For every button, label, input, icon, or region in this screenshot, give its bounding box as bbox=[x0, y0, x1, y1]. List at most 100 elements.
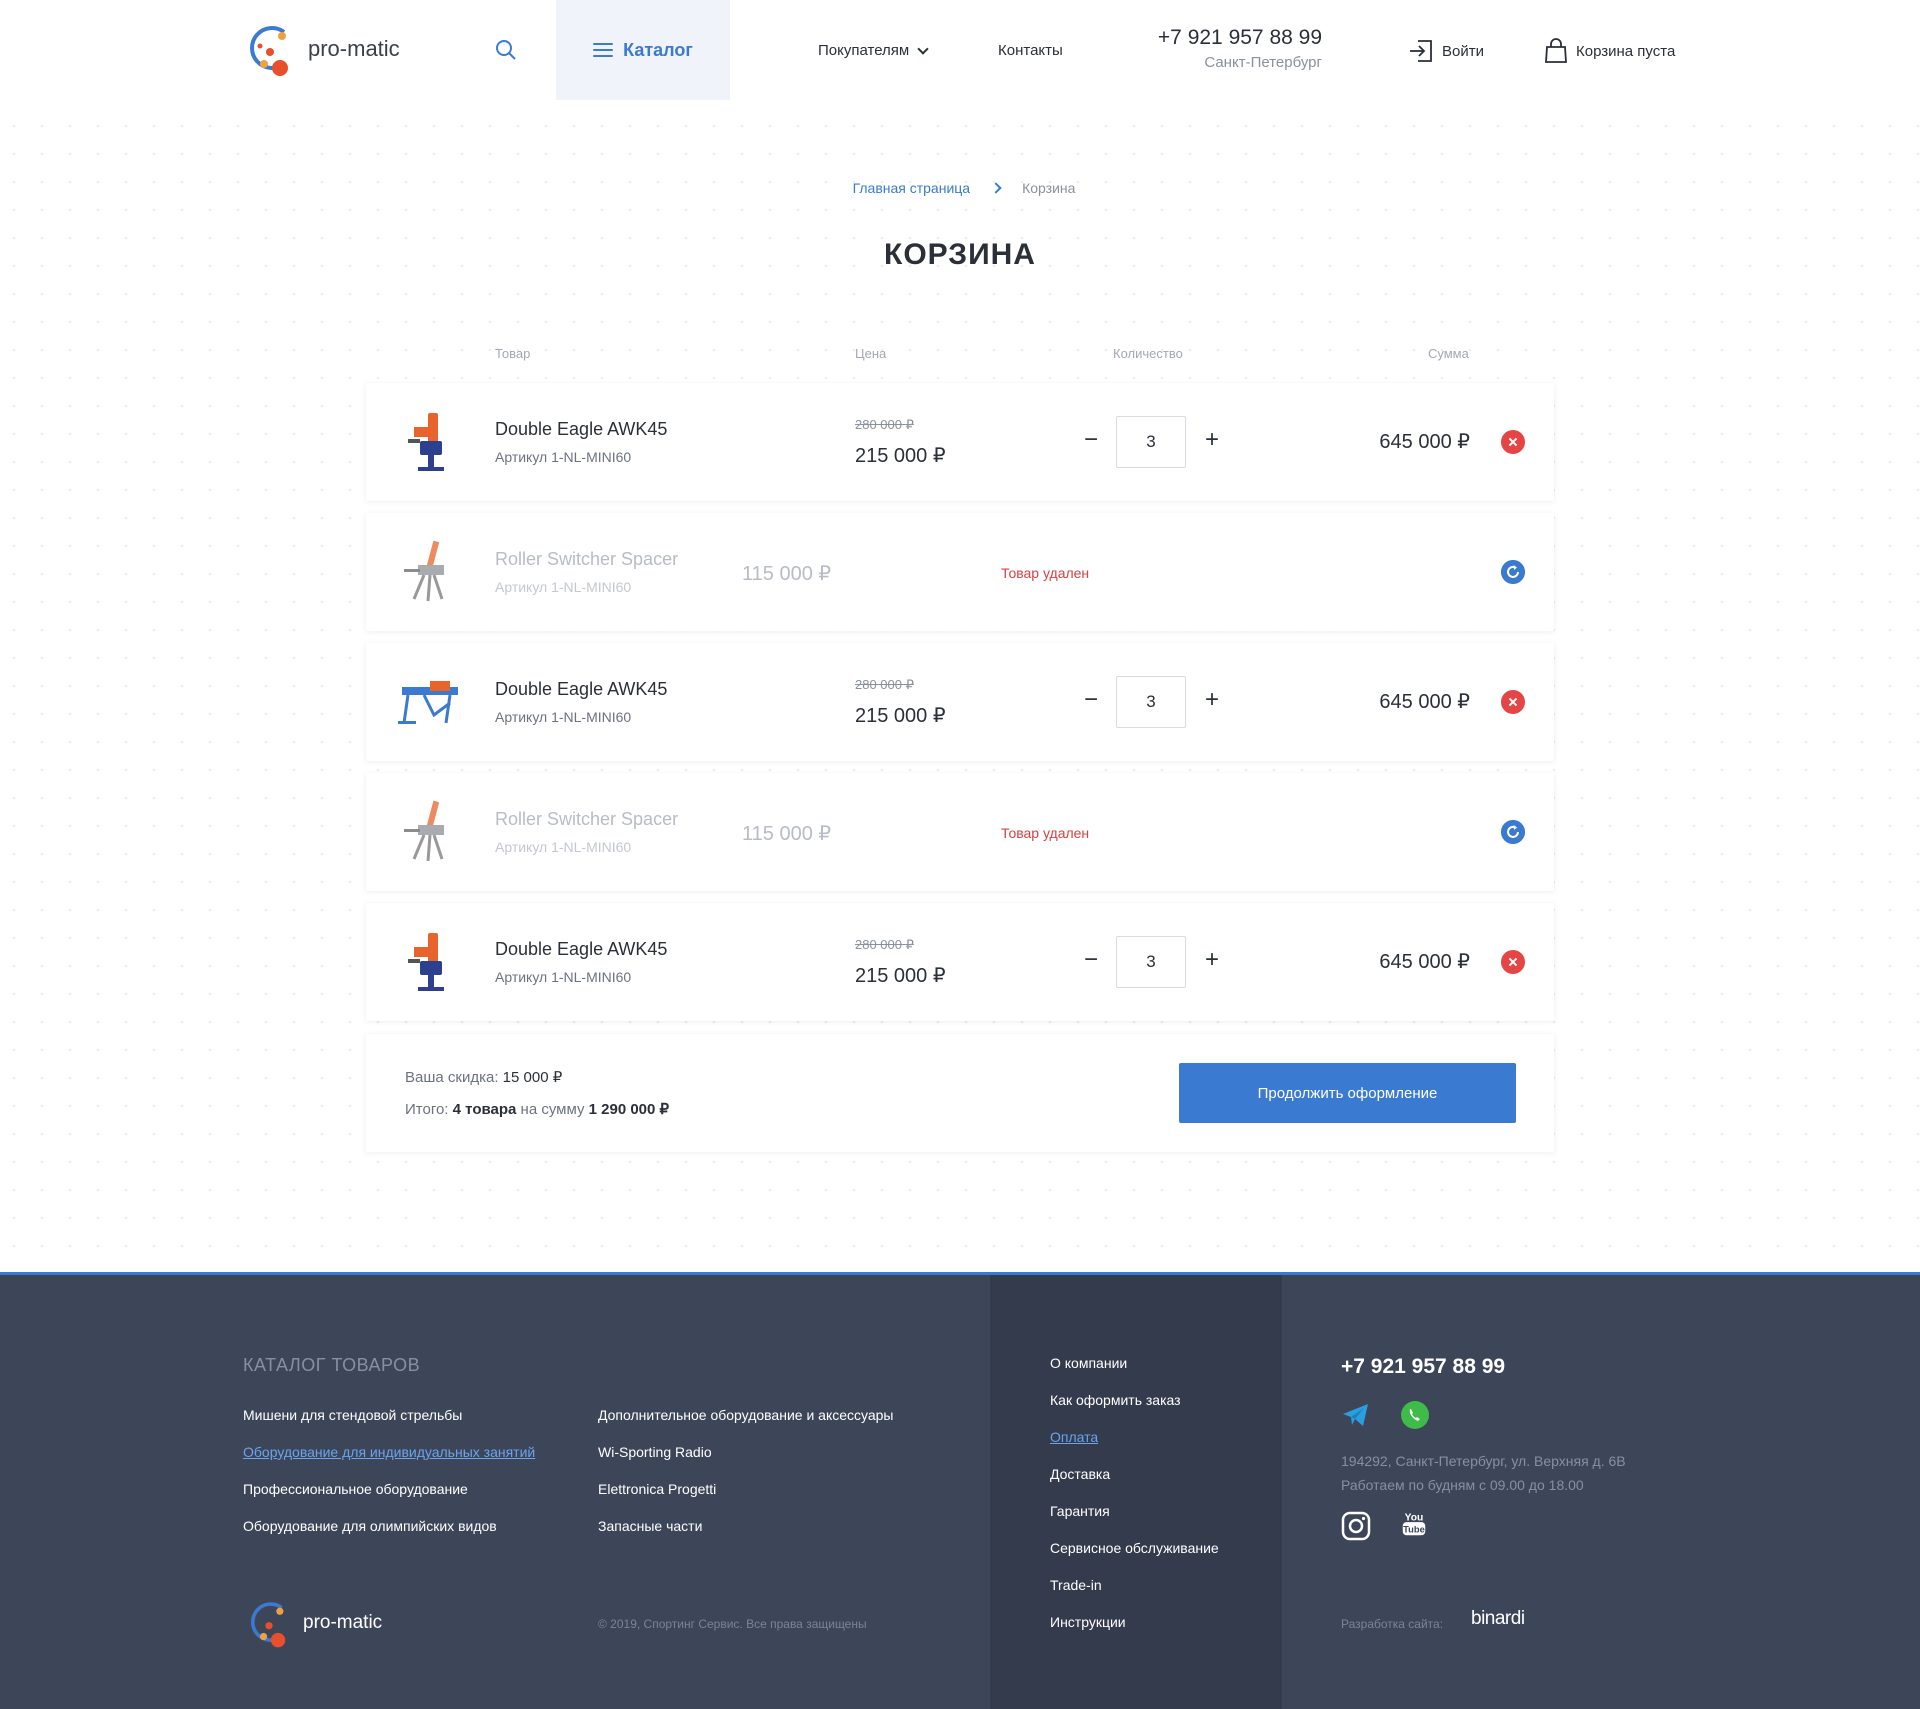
qty-input[interactable] bbox=[1116, 936, 1186, 988]
footer-info-link[interactable]: Сервисное обслуживание bbox=[1050, 1540, 1219, 1556]
product-image bbox=[404, 800, 444, 862]
footer-catalog-link[interactable]: Дополнительное оборудование и аксессуары bbox=[598, 1407, 893, 1423]
discount-value: 15 000 ₽ bbox=[502, 1069, 563, 1086]
logo[interactable]: pro-matic bbox=[242, 18, 400, 80]
remove-item-button[interactable] bbox=[1501, 430, 1525, 454]
qty-input[interactable] bbox=[1116, 416, 1186, 468]
footer-info-link[interactable]: Гарантия bbox=[1050, 1503, 1110, 1519]
breadcrumb-current: Корзина bbox=[1022, 180, 1076, 196]
cart-item: Double Eagle AWK45 Артикул 1-NL-MINI60 2… bbox=[366, 643, 1554, 761]
product-image bbox=[408, 933, 444, 991]
footer-catalog-link[interactable]: Мишени для стендовой стрельбы bbox=[243, 1407, 462, 1423]
qty-input[interactable] bbox=[1116, 676, 1186, 728]
catalog-label: Каталог bbox=[623, 39, 693, 60]
footer-address: 194292, Санкт-Петербург, ул. Верхняя д. … bbox=[1341, 1449, 1626, 1497]
restore-icon[interactable] bbox=[1501, 560, 1525, 584]
login-icon bbox=[1410, 40, 1432, 62]
footer-catalog-link[interactable]: Оборудование для олимпийских видов bbox=[243, 1518, 497, 1534]
youtube-text-bottom: Tube bbox=[1403, 1524, 1425, 1534]
col-head-product: Товар bbox=[495, 346, 531, 361]
product-image bbox=[398, 681, 458, 724]
logo-icon bbox=[251, 1602, 286, 1648]
footer-info-link[interactable]: Trade-in bbox=[1050, 1577, 1102, 1593]
footer-phone[interactable]: +7 921 957 88 99 bbox=[1341, 1355, 1505, 1379]
footer-info-panel bbox=[990, 1275, 1282, 1709]
qty-increase-button[interactable]: + bbox=[1202, 428, 1222, 452]
breadcrumb-home[interactable]: Главная страница bbox=[853, 180, 971, 196]
header-phone[interactable]: +7 921 957 88 99 bbox=[1150, 26, 1322, 50]
col-head-sum: Сумма bbox=[1428, 346, 1469, 361]
footer-catalog-link[interactable]: Запасные части bbox=[598, 1518, 702, 1534]
nav-buyers[interactable]: Покупателям bbox=[818, 42, 929, 59]
footer-catalog-heading: КАТАЛОГ ТОВАРОВ bbox=[243, 1355, 421, 1375]
footer-logo-text: pro-matic bbox=[303, 1612, 383, 1633]
login-label: Войти bbox=[1442, 42, 1484, 60]
footer-logo[interactable]: pro-matic bbox=[243, 1595, 382, 1651]
order-summary: Ваша скидка: 15 000 ₽ Итого: 4 товара на… bbox=[366, 1034, 1554, 1152]
product-sku: Артикул 1-NL-MINI60 bbox=[495, 839, 632, 855]
total-line: Итого: 4 товара на сумму 1 290 000 ₽ bbox=[405, 1100, 669, 1118]
qty-increase-button[interactable]: + bbox=[1202, 948, 1222, 972]
nav-contacts-label: Контакты bbox=[998, 42, 1063, 59]
header-city: Санкт-Петербург bbox=[1204, 54, 1322, 71]
product-name[interactable]: Double Eagle AWK45 bbox=[495, 679, 667, 700]
product-image bbox=[408, 413, 444, 471]
col-head-price: Цена bbox=[855, 346, 887, 361]
restore-icon[interactable] bbox=[1501, 820, 1525, 844]
qty-decrease-button[interactable]: − bbox=[1081, 948, 1101, 972]
instagram-icon[interactable] bbox=[1341, 1511, 1371, 1541]
remove-item-button[interactable] bbox=[1501, 950, 1525, 974]
product-name[interactable]: Roller Switcher Spacer bbox=[495, 809, 678, 830]
item-sum: 645 000 ₽ bbox=[1379, 431, 1470, 453]
item-sum: 645 000 ₽ bbox=[1379, 691, 1470, 713]
chevron-right-icon bbox=[990, 182, 1002, 194]
search-icon[interactable] bbox=[494, 38, 518, 62]
total-value: 1 290 000 ₽ bbox=[588, 1101, 670, 1118]
total-count: 4 товара bbox=[452, 1101, 517, 1118]
whatsapp-icon[interactable] bbox=[1400, 1400, 1430, 1430]
footer-catalog-link[interactable]: Оборудование для индивидуальных занятий bbox=[243, 1444, 535, 1460]
cart-item: Double Eagle AWK45 Артикул 1-NL-MINI60 2… bbox=[366, 903, 1554, 1021]
footer-catalog-link[interactable]: Elettronica Progetti bbox=[598, 1481, 716, 1497]
product-sku: Артикул 1-NL-MINI60 bbox=[495, 449, 632, 465]
footer-info-link[interactable]: Как оформить заказ bbox=[1050, 1392, 1181, 1408]
price: 215 000 ₽ bbox=[855, 965, 946, 987]
old-price: 280 000 ₽ bbox=[855, 677, 914, 692]
price: 115 000 ₽ bbox=[742, 563, 832, 585]
footer-catalog-link[interactable]: Профессиональное оборудование bbox=[243, 1481, 468, 1497]
cart-label: Корзина пуста bbox=[1576, 42, 1676, 60]
telegram-icon[interactable] bbox=[1341, 1400, 1371, 1430]
catalog-button[interactable]: Каталог bbox=[556, 0, 730, 100]
login-link[interactable]: Войти bbox=[1408, 38, 1484, 64]
developer-logo[interactable]: binardi bbox=[1471, 1608, 1525, 1630]
qty-increase-button[interactable]: + bbox=[1202, 688, 1222, 712]
site-footer: КАТАЛОГ ТОВАРОВ Мишени для стендовой стр… bbox=[0, 1272, 1920, 1709]
footer-info-link[interactable]: Оплата bbox=[1050, 1429, 1098, 1445]
remove-item-button[interactable] bbox=[1501, 690, 1525, 714]
product-image bbox=[404, 540, 444, 602]
product-name[interactable]: Double Eagle AWK45 bbox=[495, 419, 667, 440]
old-price: 280 000 ₽ bbox=[855, 937, 914, 952]
cart-item: Double Eagle AWK45 Артикул 1-NL-MINI60 2… bbox=[366, 383, 1554, 501]
cart-item-deleted: Roller Switcher Spacer Артикул 1-NL-MINI… bbox=[366, 773, 1554, 891]
discount-label: Ваша скидка: bbox=[405, 1069, 499, 1086]
page-title: КОРЗИНА bbox=[884, 238, 1036, 271]
total-mid: на сумму bbox=[520, 1101, 585, 1118]
youtube-icon[interactable]: You Tube bbox=[1399, 1509, 1429, 1539]
product-name[interactable]: Double Eagle AWK45 bbox=[495, 939, 667, 960]
discount-line: Ваша скидка: 15 000 ₽ bbox=[405, 1068, 562, 1086]
cart-link[interactable]: Корзина пуста bbox=[1544, 38, 1675, 64]
footer-info-link[interactable]: Доставка bbox=[1050, 1466, 1110, 1482]
continue-checkout-button[interactable]: Продолжить оформление bbox=[1179, 1063, 1516, 1123]
qty-decrease-button[interactable]: − bbox=[1081, 688, 1101, 712]
footer-catalog-link[interactable]: Wi-Sporting Radio bbox=[598, 1444, 712, 1460]
nav-contacts[interactable]: Контакты bbox=[998, 42, 1063, 59]
logo-text: pro-matic bbox=[308, 36, 400, 61]
youtube-text-top: You bbox=[1405, 1512, 1424, 1523]
footer-info-link[interactable]: Инструкции bbox=[1050, 1614, 1126, 1630]
working-hours: Работаем по будням с 09.00 до 18.00 bbox=[1341, 1477, 1584, 1493]
qty-decrease-button[interactable]: − bbox=[1081, 428, 1101, 452]
product-name[interactable]: Roller Switcher Spacer bbox=[495, 549, 678, 570]
logo-icon bbox=[250, 26, 288, 76]
footer-info-link[interactable]: О компании bbox=[1050, 1355, 1127, 1371]
